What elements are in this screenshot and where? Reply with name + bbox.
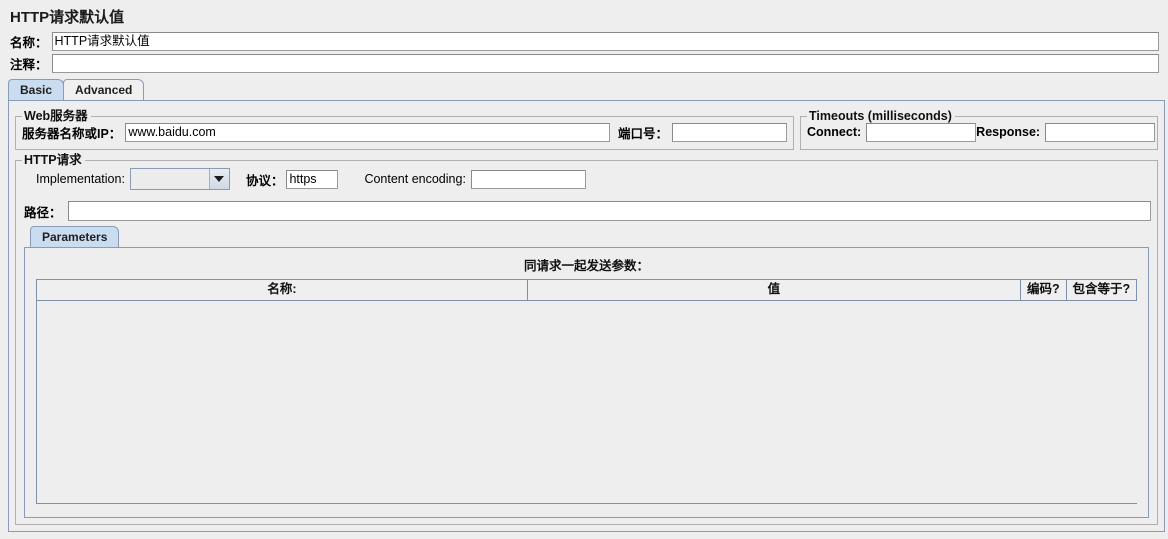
http-request-group: HTTP请求 Implementation: 协议： Content encod… <box>15 153 1158 525</box>
timeouts-group: Timeouts (milliseconds) Connect: Respons… <box>800 109 1158 150</box>
parameters-pane: 同请求一起发送参数： 名称: 值 编码? 包含等于? <box>24 247 1149 518</box>
basic-tab-panel: Web服务器 服务器名称或IP： 端口号： Timeouts (millisec… <box>8 100 1165 532</box>
web-server-group-label: Web服务器 <box>22 109 91 123</box>
server-name-input[interactable] <box>125 122 610 142</box>
comment-label: 注释： <box>10 57 48 72</box>
parameters-table-body[interactable] <box>37 301 1137 503</box>
tab-basic[interactable]: Basic <box>8 79 65 100</box>
parameters-tabstrip: Parameters <box>30 226 1151 247</box>
response-timeout-input[interactable] <box>1045 122 1156 142</box>
name-row: 名称： <box>0 30 1168 52</box>
tab-advanced[interactable]: Advanced <box>63 79 145 100</box>
tab-parameters-label: Parameters <box>42 230 108 244</box>
response-timeout-label: Response: <box>976 125 1041 139</box>
http-request-group-label: HTTP请求 <box>22 153 85 167</box>
parameters-caption: 同请求一起发送参数： <box>523 259 649 273</box>
column-header-encode[interactable]: 编码? <box>1020 280 1067 300</box>
protocol-input[interactable] <box>286 169 339 189</box>
timeouts-fields: Connect: Response: <box>807 121 1156 143</box>
server-name-label: 服务器名称或IP： <box>22 126 122 141</box>
implementation-select[interactable] <box>129 168 230 190</box>
comment-input[interactable] <box>51 53 1159 73</box>
timeouts-group-label: Timeouts (milliseconds) <box>807 109 955 123</box>
parameters-table-header: 名称: 值 编码? 包含等于? <box>37 280 1137 301</box>
port-input[interactable] <box>672 122 787 142</box>
web-server-fields: 服务器名称或IP： 端口号： <box>22 121 787 143</box>
name-label: 名称： <box>10 35 48 50</box>
http-request-fields: Implementation: 协议： Content encoding: <box>22 165 1151 193</box>
implementation-value <box>131 169 209 189</box>
path-row: 路径： <box>22 199 1151 223</box>
content-encoding-label: Content encoding: <box>364 172 466 186</box>
tab-basic-label: Basic <box>20 83 53 97</box>
tab-advanced-label: Advanced <box>75 83 133 97</box>
protocol-label: 协议： <box>245 173 284 188</box>
page-title-bar: HTTP请求默认值 <box>0 0 1168 30</box>
implementation-label: Implementation: <box>36 172 125 186</box>
content-encoding-input[interactable] <box>470 169 586 189</box>
column-header-include-equals[interactable]: 包含等于? <box>1066 280 1137 300</box>
page-title: HTTP请求默认值 <box>10 9 125 26</box>
column-header-name[interactable]: 名称: <box>37 280 528 300</box>
parameters-table: 名称: 值 编码? 包含等于? <box>36 279 1137 504</box>
main-tabstrip: Basic Advanced <box>8 78 1168 100</box>
path-input[interactable] <box>67 201 1151 221</box>
name-input[interactable] <box>51 31 1159 51</box>
connect-timeout-label: Connect: <box>807 125 862 139</box>
web-server-group: Web服务器 服务器名称或IP： 端口号： <box>15 109 794 150</box>
tab-parameters[interactable]: Parameters <box>30 226 120 247</box>
comment-row: 注释： <box>0 52 1168 74</box>
server-timeouts-row: Web服务器 服务器名称或IP： 端口号： Timeouts (millisec… <box>15 107 1158 150</box>
chevron-down-icon[interactable] <box>208 169 229 189</box>
connect-timeout-input[interactable] <box>866 122 977 142</box>
column-header-value[interactable]: 值 <box>527 280 1021 300</box>
port-label: 端口号： <box>617 126 668 141</box>
path-label: 路径： <box>24 205 62 220</box>
